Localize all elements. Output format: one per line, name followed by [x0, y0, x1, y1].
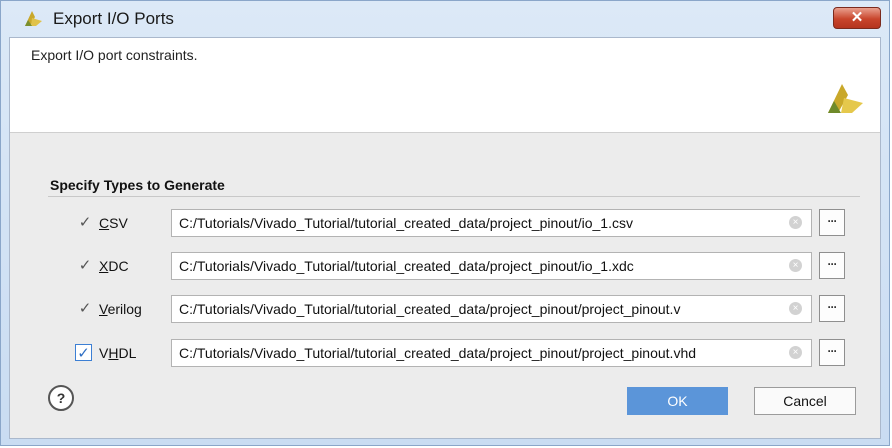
title-bar[interactable]: Export I/O Ports ✕	[1, 1, 889, 37]
verilog-path-input[interactable]: C:/Tutorials/Vivado_Tutorial/tutorial_cr…	[171, 295, 812, 323]
csv-path-input[interactable]: C:/Tutorials/Vivado_Tutorial/tutorial_cr…	[171, 209, 812, 237]
xdc-path-input[interactable]: C:/Tutorials/Vivado_Tutorial/tutorial_cr…	[171, 252, 812, 280]
clear-icon[interactable]: ×	[789, 302, 802, 315]
vhdl-label[interactable]: VHDL	[99, 345, 136, 361]
file-type-row-vhdl: ✓ VHDL C:/Tutorials/Vivado_Tutorial/tuto…	[10, 338, 880, 368]
header-banner: Export I/O port constraints.	[10, 38, 880, 133]
clear-icon[interactable]: ×	[789, 346, 802, 359]
section-divider	[48, 196, 860, 197]
label-mnemonic: V	[99, 301, 108, 317]
label-prefix: V	[99, 345, 109, 361]
browse-button[interactable]: ···	[819, 339, 845, 366]
ok-button[interactable]: OK	[627, 387, 728, 415]
browse-button[interactable]: ···	[819, 295, 845, 322]
label-mnemonic: H	[108, 345, 119, 361]
csv-label[interactable]: CSV	[99, 215, 128, 231]
label-suffix: DC	[108, 258, 129, 274]
csv-checkbox[interactable]: ✓	[78, 215, 92, 230]
file-type-row-csv: ✓ CSV C:/Tutorials/Vivado_Tutorial/tutor…	[10, 208, 880, 238]
label-suffix: erilog	[107, 301, 142, 317]
vhdl-checkbox[interactable]: ✓	[75, 344, 92, 362]
cancel-button[interactable]: Cancel	[754, 387, 856, 415]
browse-button[interactable]: ···	[819, 209, 845, 236]
file-type-row-verilog: ✓ Verilog C:/Tutorials/Vivado_Tutorial/t…	[10, 294, 880, 324]
section-title: Specify Types to Generate	[50, 177, 225, 193]
window-title: Export I/O Ports	[53, 9, 174, 28]
xdc-label[interactable]: XDC	[99, 258, 129, 274]
file-type-row-xdc: ✓ XDC C:/Tutorials/Vivado_Tutorial/tutor…	[10, 251, 880, 281]
vhdl-path-input[interactable]: C:/Tutorials/Vivado_Tutorial/tutorial_cr…	[171, 339, 812, 367]
vivado-logo-icon	[25, 11, 42, 26]
verilog-label[interactable]: Verilog	[99, 301, 142, 317]
xdc-checkbox[interactable]: ✓	[78, 258, 92, 273]
export-io-ports-dialog: Export I/O Ports ✕ Export I/O port const…	[0, 0, 890, 446]
clear-icon[interactable]: ×	[789, 216, 802, 229]
browse-button[interactable]: ···	[819, 252, 845, 279]
help-button[interactable]: ?	[48, 385, 74, 411]
label-mnemonic: X	[99, 258, 109, 274]
close-button[interactable]: ✕	[833, 7, 881, 29]
verilog-checkbox[interactable]: ✓	[78, 301, 92, 316]
label-suffix: DL	[118, 345, 137, 361]
label-mnemonic: C	[99, 215, 110, 231]
dialog-body: Export I/O port constraints. Specify Typ…	[9, 37, 881, 439]
vivado-logo-icon	[828, 84, 863, 113]
dialog-description: Export I/O port constraints.	[31, 47, 198, 63]
label-suffix: SV	[109, 215, 128, 231]
clear-icon[interactable]: ×	[789, 259, 802, 272]
